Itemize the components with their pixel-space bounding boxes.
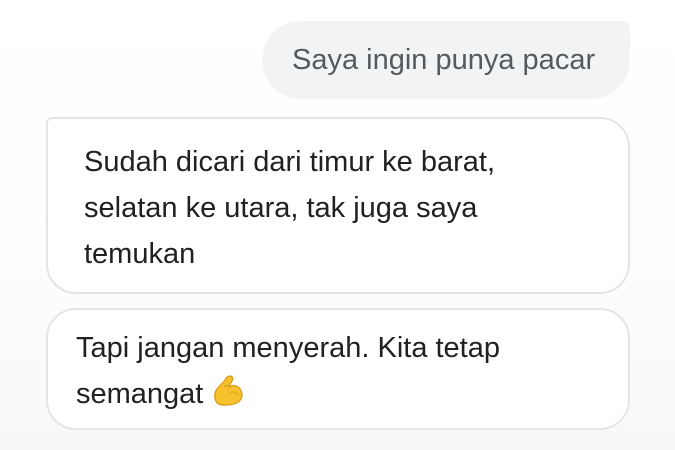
assistant-message-line: semangat [76,371,598,421]
assistant-message-line-text: semangat [76,378,204,410]
assistant-message-line: temukan [84,238,196,270]
flexed-biceps-icon [211,373,245,421]
assistant-message-bubble: Sudah dicari dari timur ke barat, selata… [46,117,630,294]
assistant-message-bubble: Tapi jangan menyerah. Kita tetap semanga… [46,308,630,430]
assistant-message-line: Tapi jangan menyerah. Kita tetap [76,332,500,364]
assistant-message-line: Sudah dicari dari timur ke barat, [84,146,496,178]
chat-thread: Saya ingin punya pacar Sudah dicari dari… [0,0,675,450]
user-message-text: Saya ingin punya pacar [292,44,596,76]
assistant-message-line: selatan ke utara, tak juga saya [84,192,478,224]
user-message-bubble: Saya ingin punya pacar [262,21,630,99]
